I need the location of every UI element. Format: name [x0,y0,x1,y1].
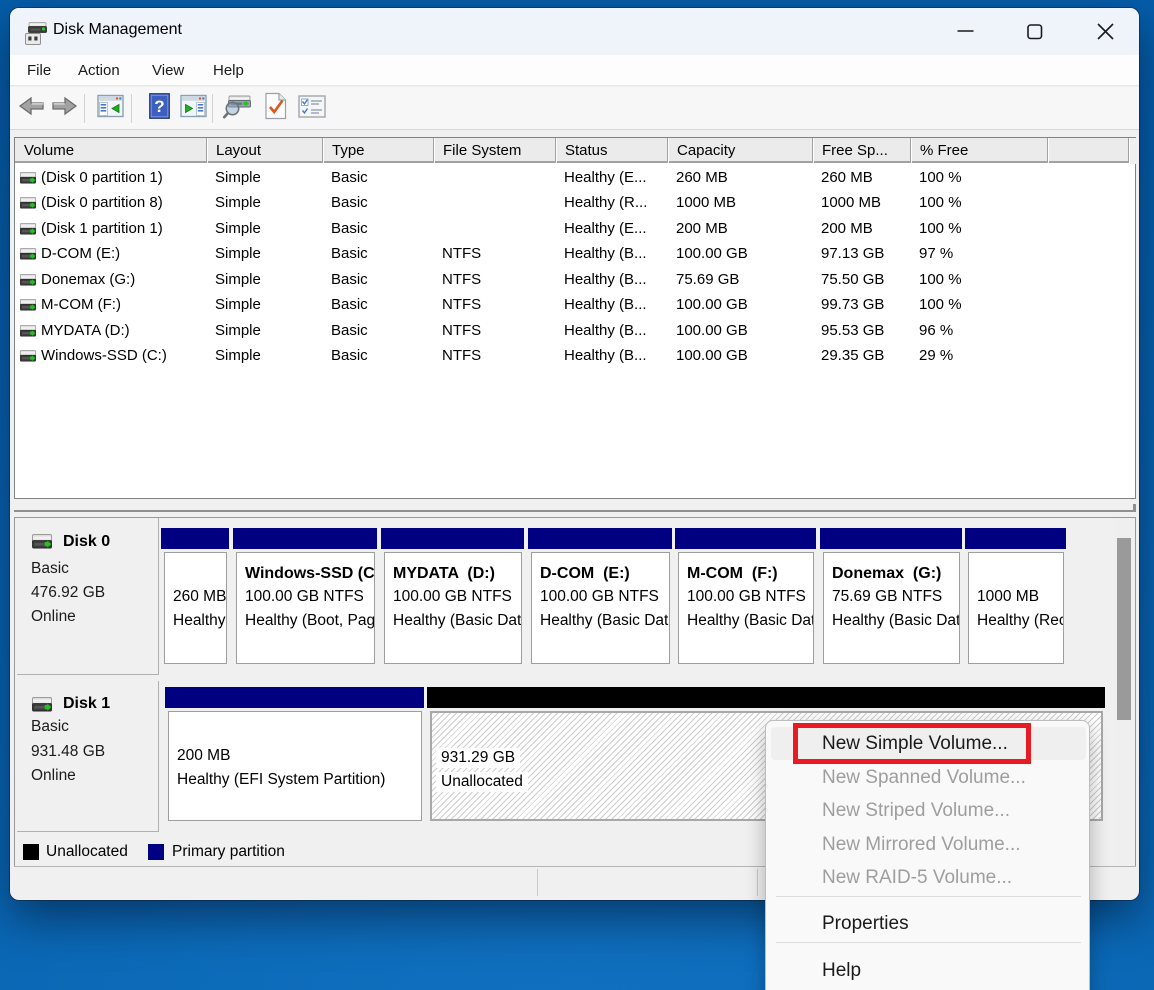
svg-text:?: ? [154,97,164,116]
